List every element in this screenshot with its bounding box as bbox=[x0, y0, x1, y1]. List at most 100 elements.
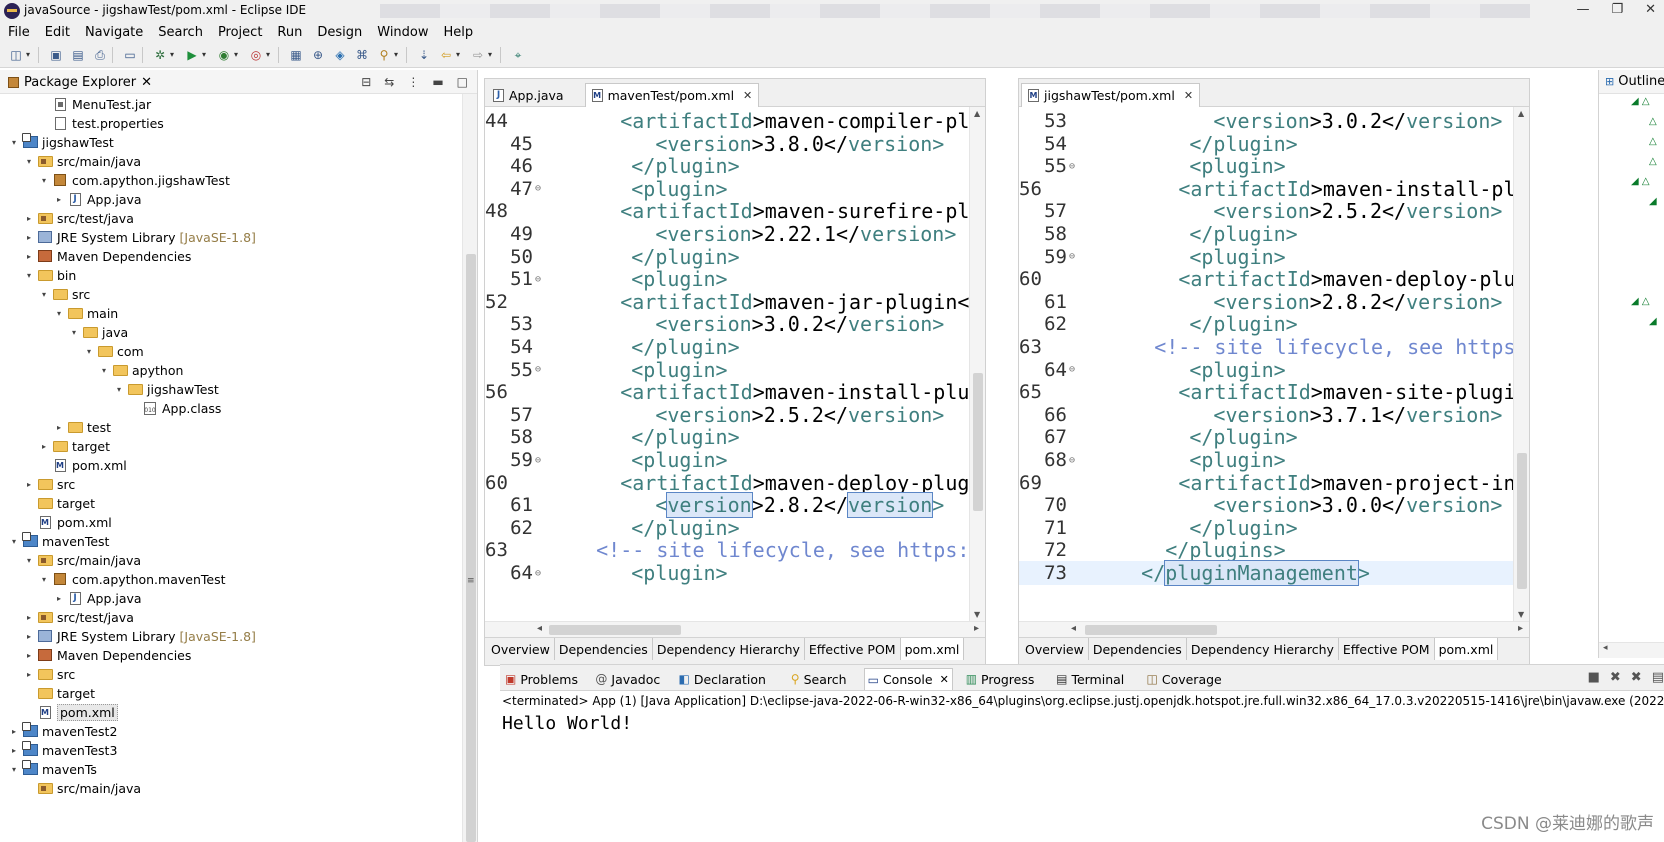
tree-item[interactable]: ▾ bin bbox=[0, 265, 76, 285]
outline-node-icon[interactable]: △ bbox=[1649, 156, 1657, 167]
editor-right-vscroll[interactable]: ▲ ▼ bbox=[1513, 107, 1529, 621]
tree-item[interactable]: test.properties bbox=[0, 113, 164, 133]
tree-item[interactable]: ▸ JRE System Library [JavaSE-1.8] bbox=[0, 626, 256, 646]
expanded-arrow-icon[interactable]: ▾ bbox=[83, 347, 95, 356]
tree-item[interactable]: ▾ main bbox=[0, 303, 118, 323]
page-tab-dependencies[interactable]: Dependencies bbox=[555, 638, 653, 660]
external-tools-icon[interactable]: ◎ bbox=[248, 47, 264, 63]
page-tab-effective-pom[interactable]: Effective POM bbox=[1339, 638, 1435, 660]
scroll-lock-icon[interactable]: ▤ bbox=[1652, 670, 1664, 685]
fold-toggle-icon[interactable]: ⊖ bbox=[535, 455, 545, 466]
link-with-editor-icon[interactable]: ⇆ bbox=[384, 75, 394, 89]
expanded-arrow-icon[interactable]: ▾ bbox=[8, 537, 20, 546]
editor-left-hscroll[interactable]: ◂ ▸ bbox=[485, 621, 985, 637]
tree-item[interactable]: Mpom.xml bbox=[0, 702, 118, 722]
tree-item[interactable]: Mpom.xml bbox=[0, 455, 127, 475]
open-type-icon[interactable]: ⌘ bbox=[354, 47, 370, 63]
debug-icon[interactable]: ✲ bbox=[152, 47, 168, 63]
console-tab-console[interactable]: ▭ Console ✕ bbox=[863, 668, 953, 690]
tree-item[interactable]: MenuTest.jar bbox=[0, 94, 151, 114]
expanded-arrow-icon[interactable]: ▾ bbox=[38, 575, 50, 584]
scrollbar-thumb[interactable] bbox=[1517, 453, 1527, 589]
editor-right-hscroll[interactable]: ◂ ▸ bbox=[1019, 621, 1529, 637]
tree-item[interactable]: ▾ src bbox=[0, 284, 90, 304]
tree-item[interactable]: ▸ mavenTest3 bbox=[0, 740, 117, 760]
tree-item[interactable]: ▾ src/main/java bbox=[0, 151, 141, 171]
tree-item[interactable]: Mpom.xml bbox=[0, 512, 112, 532]
tree-item[interactable]: target bbox=[0, 683, 95, 703]
dropdown-arrow-icon[interactable]: ▾ bbox=[202, 50, 206, 59]
new-icon[interactable]: ◫ bbox=[8, 47, 24, 63]
forward-icon[interactable]: ⇨ bbox=[470, 47, 486, 63]
annotation-icon[interactable]: ⇣ bbox=[416, 47, 432, 63]
dropdown-arrow-icon[interactable]: ▾ bbox=[394, 50, 398, 59]
menu-design[interactable]: Design bbox=[317, 25, 362, 40]
close-view-icon[interactable]: ✕ bbox=[141, 75, 152, 90]
fold-toggle-icon[interactable]: ⊖ bbox=[1069, 251, 1079, 262]
search-icon[interactable]: ⚲ bbox=[376, 47, 392, 63]
tree-item[interactable]: ▸ src/test/java bbox=[0, 208, 134, 228]
console-tab-javadoc[interactable]: @ Javadoc bbox=[592, 668, 663, 690]
page-tab-dependency-hierarchy[interactable]: Dependency Hierarchy bbox=[1187, 638, 1339, 660]
console-tab-search[interactable]: ⚲ Search bbox=[788, 668, 850, 690]
menu-search[interactable]: Search bbox=[158, 25, 203, 40]
dropdown-arrow-icon[interactable]: ▾ bbox=[488, 50, 492, 59]
remove-launch-icon[interactable]: ✖ bbox=[1610, 670, 1621, 685]
outline-node-icon[interactable]: ◢ △ bbox=[1631, 176, 1650, 187]
scroll-right-icon[interactable]: ▸ bbox=[1518, 623, 1523, 634]
console-tab-terminal[interactable]: ▤ Terminal bbox=[1053, 668, 1127, 690]
remove-all-terminated-icon[interactable]: ✖ bbox=[1631, 670, 1642, 685]
page-tab-dependency-hierarchy[interactable]: Dependency Hierarchy bbox=[653, 638, 805, 660]
new-package-icon[interactable]: ⊕ bbox=[310, 47, 326, 63]
tree-item[interactable]: ▾ mavenTs bbox=[0, 759, 97, 779]
console-tab-declaration[interactable]: ◧ Declaration bbox=[676, 668, 769, 690]
expanded-arrow-icon[interactable]: ▾ bbox=[8, 765, 20, 774]
editor-tab[interactable]: MmavenTest/pom.xml ✕ bbox=[584, 83, 760, 107]
tree-item[interactable]: ▸ J App.java bbox=[0, 588, 142, 608]
console-tab-problems[interactable]: ▣ Problems bbox=[502, 668, 581, 690]
tree-item[interactable]: ▸ Maven Dependencies bbox=[0, 246, 191, 266]
expanded-arrow-icon[interactable]: ▾ bbox=[68, 328, 80, 337]
editor-tab[interactable]: J App.java bbox=[487, 83, 570, 107]
collapsed-arrow-icon[interactable]: ▸ bbox=[53, 423, 65, 432]
expanded-arrow-icon[interactable]: ▾ bbox=[38, 176, 50, 185]
outline-node-icon[interactable]: ◢ △ bbox=[1631, 96, 1650, 107]
tree-item[interactable]: ▸ src/test/java bbox=[0, 607, 134, 627]
menu-edit[interactable]: Edit bbox=[45, 25, 70, 40]
collapsed-arrow-icon[interactable]: ▸ bbox=[23, 214, 35, 223]
new-class-icon[interactable]: ◈ bbox=[332, 47, 348, 63]
outline-node-icon[interactable]: ◢ bbox=[1649, 196, 1657, 207]
tree-item[interactable]: ▸ test bbox=[0, 417, 111, 437]
menu-file[interactable]: File bbox=[8, 25, 30, 40]
stop-icon[interactable]: ■ bbox=[1588, 670, 1600, 685]
menu-help[interactable]: Help bbox=[444, 25, 474, 40]
console-tab-coverage[interactable]: ◫ Coverage bbox=[1144, 668, 1225, 690]
back-icon[interactable]: ⇦ bbox=[438, 47, 454, 63]
collapsed-arrow-icon[interactable]: ▸ bbox=[53, 594, 65, 603]
fold-toggle-icon[interactable]: ⊖ bbox=[1069, 161, 1079, 172]
expanded-arrow-icon[interactable]: ▾ bbox=[38, 290, 50, 299]
expanded-arrow-icon[interactable]: ▾ bbox=[23, 271, 35, 280]
tree-item[interactable]: ▸ JRE System Library [JavaSE-1.8] bbox=[0, 227, 256, 247]
outline-hscroll[interactable]: ◂ bbox=[1599, 642, 1664, 658]
fold-toggle-icon[interactable]: ⊖ bbox=[535, 183, 545, 194]
scroll-up-icon[interactable]: ▲ bbox=[974, 109, 980, 118]
view-menu-icon[interactable]: ⋮ bbox=[407, 75, 419, 89]
collapsed-arrow-icon[interactable]: ▸ bbox=[23, 632, 35, 641]
tree-item[interactable]: ▸ Maven Dependencies bbox=[0, 645, 191, 665]
dropdown-arrow-icon[interactable]: ▾ bbox=[26, 50, 30, 59]
expanded-arrow-icon[interactable]: ▾ bbox=[23, 556, 35, 565]
collapsed-arrow-icon[interactable]: ▸ bbox=[23, 613, 35, 622]
tree-item[interactable]: ▾ src/main/java bbox=[0, 550, 141, 570]
dropdown-arrow-icon[interactable]: ▾ bbox=[266, 50, 270, 59]
minimize-button[interactable]: — bbox=[1576, 2, 1589, 20]
console-tab-progress[interactable]: ▥ Progress bbox=[963, 668, 1038, 690]
close-window-button[interactable]: ✕ bbox=[1645, 2, 1656, 20]
editor-left-code[interactable]: 44 <artifactId>maven-compiler-pl 45 <vers… bbox=[485, 107, 969, 621]
print-icon[interactable]: ⎙ bbox=[92, 47, 108, 63]
pin-editor-icon[interactable]: ⌖ bbox=[510, 47, 526, 63]
scrollbar-thumb[interactable] bbox=[1085, 625, 1217, 635]
dropdown-arrow-icon[interactable]: ▾ bbox=[234, 50, 238, 59]
menu-project[interactable]: Project bbox=[218, 25, 262, 40]
tree-item[interactable]: ▸ src bbox=[0, 474, 75, 494]
